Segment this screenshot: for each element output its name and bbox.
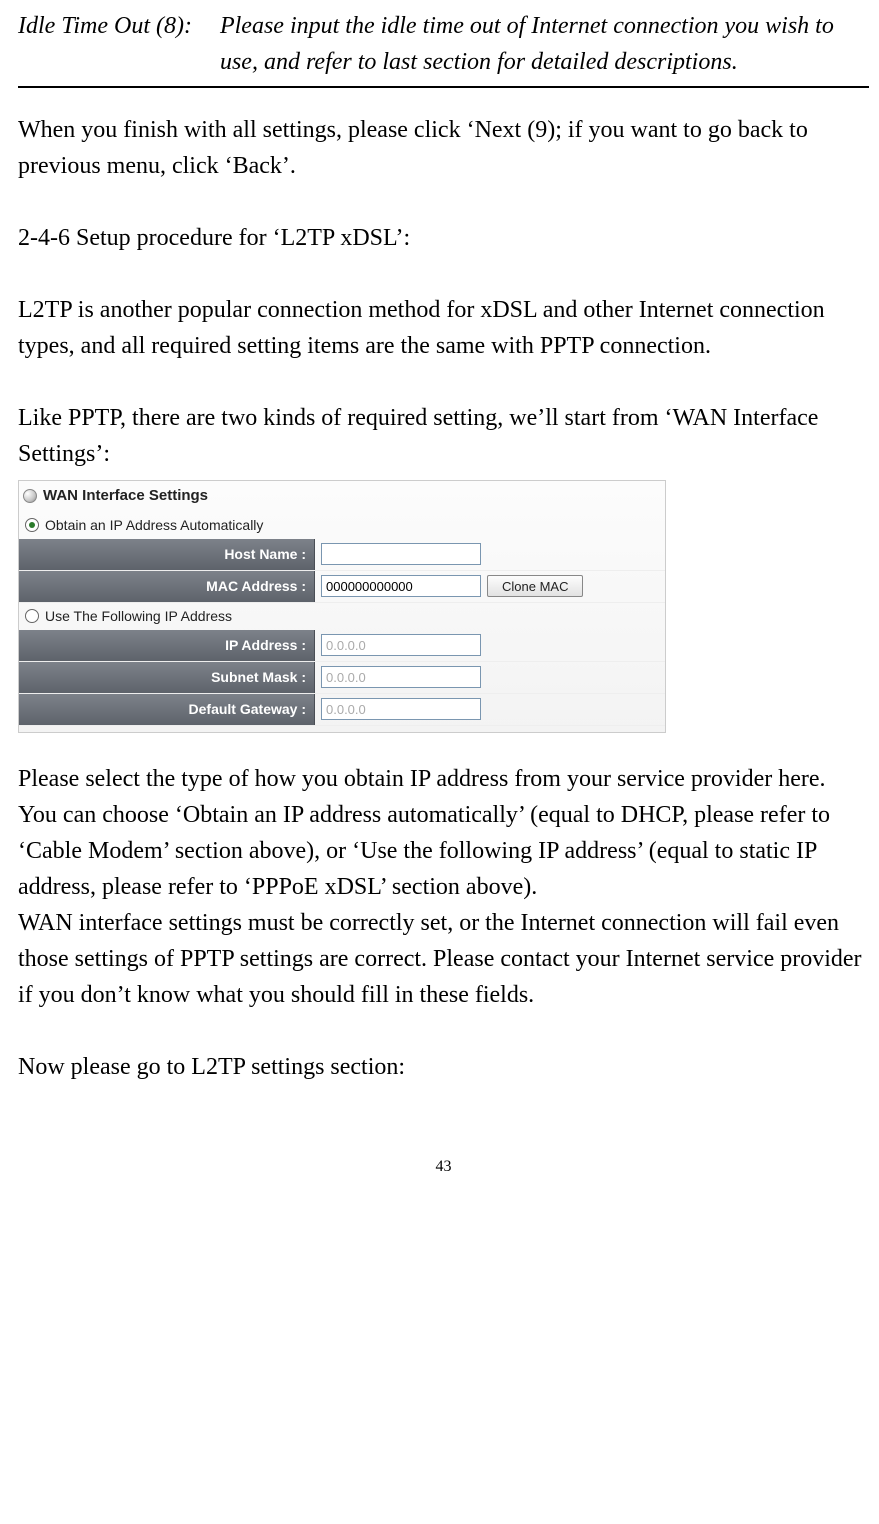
field-subnet-mask: [315, 663, 487, 691]
row-ip-address: IP Address :: [19, 630, 665, 662]
page-number: 43: [18, 1155, 869, 1179]
paragraph-wan-intro: Like PPTP, there are two kinds of requir…: [18, 400, 869, 472]
bullet-icon: [23, 489, 37, 503]
input-mac-address[interactable]: [321, 575, 481, 597]
radio-auto-row[interactable]: Obtain an IP Address Automatically: [19, 512, 665, 539]
label-default-gateway: Default Gateway :: [19, 694, 315, 725]
definition-row: Idle Time Out (8): Please input the idle…: [18, 8, 869, 88]
clone-mac-button[interactable]: Clone MAC: [487, 575, 583, 597]
radio-auto-label: Obtain an IP Address Automatically: [45, 515, 263, 536]
paragraph-l2tp-next: Now please go to L2TP settings section:: [18, 1049, 869, 1085]
label-ip-address: IP Address :: [19, 630, 315, 661]
input-ip-address[interactable]: [321, 634, 481, 656]
paragraph-finish: When you finish with all settings, pleas…: [18, 112, 869, 184]
radio-auto[interactable]: [25, 518, 39, 532]
radio-static[interactable]: [25, 609, 39, 623]
label-mac-address: MAC Address :: [19, 571, 315, 602]
wan-settings-panel: WAN Interface Settings Obtain an IP Addr…: [18, 480, 666, 733]
label-host-name: Host Name :: [19, 539, 315, 570]
row-default-gateway: Default Gateway :: [19, 694, 665, 726]
definition-label: Idle Time Out (8):: [18, 8, 192, 80]
radio-static-row[interactable]: Use The Following IP Address: [19, 603, 665, 630]
paragraph-l2tp-intro: L2TP is another popular connection metho…: [18, 292, 869, 364]
field-ip-address: [315, 631, 487, 659]
panel-title-row: WAN Interface Settings: [19, 481, 665, 512]
section-heading: 2-4-6 Setup procedure for ‘L2TP xDSL’:: [18, 220, 869, 256]
field-default-gateway: [315, 695, 487, 723]
field-host-name: [315, 540, 487, 568]
input-subnet-mask[interactable]: [321, 666, 481, 688]
label-subnet-mask: Subnet Mask :: [19, 662, 315, 693]
input-host-name[interactable]: [321, 543, 481, 565]
panel-title-text: WAN Interface Settings: [43, 485, 208, 508]
input-default-gateway[interactable]: [321, 698, 481, 720]
definition-desc: Please input the idle time out of Intern…: [220, 8, 869, 80]
field-mac-address: Clone MAC: [315, 572, 589, 600]
row-subnet-mask: Subnet Mask :: [19, 662, 665, 694]
row-host-name: Host Name :: [19, 539, 665, 571]
paragraph-select-type: Please select the type of how you obtain…: [18, 761, 869, 905]
radio-static-label: Use The Following IP Address: [45, 606, 232, 627]
paragraph-wan-warning: WAN interface settings must be correctly…: [18, 905, 869, 1013]
row-mac-address: MAC Address : Clone MAC: [19, 571, 665, 603]
